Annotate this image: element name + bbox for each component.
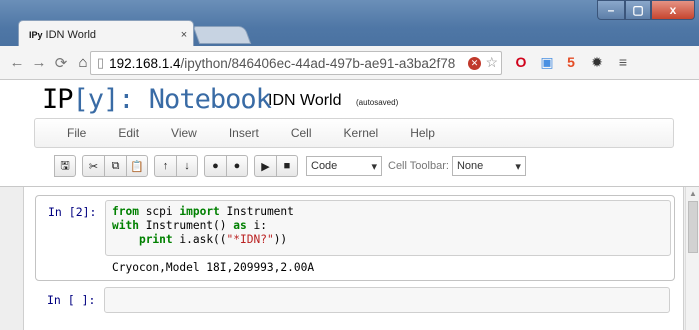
close-window-button[interactable]: x [651, 0, 695, 20]
minimize-button[interactable]: – [597, 0, 625, 20]
paste-icon[interactable]: 📋 [126, 155, 148, 177]
menu-cell[interactable]: Cell [291, 126, 312, 140]
window-controls: – ▢ x [597, 0, 695, 20]
browser-tab[interactable]: IPy IDN World × [18, 20, 194, 48]
move-down-icon[interactable]: ↓ [176, 155, 198, 177]
cell-toolbar-value: None [456, 160, 484, 172]
back-arrow-icon[interactable]: ← [6, 54, 28, 71]
address-bar[interactable]: ▯ 192.168.1.4/ipython/846406ec-44ad-497b… [90, 51, 502, 75]
menubar: File Edit View Insert Cell Kernel Help [34, 118, 674, 148]
menu-kernel[interactable]: Kernel [344, 126, 379, 140]
menu-view[interactable]: View [171, 126, 197, 140]
extension-icon[interactable]: ▣ [538, 54, 556, 71]
window-titlebar: IPy IDN World × – ▢ x [0, 0, 699, 48]
new-tab-button[interactable] [192, 26, 252, 44]
cell-type-value: Code [311, 160, 338, 172]
page-icon: ▯ [97, 55, 105, 70]
autosave-status: (autosaved) [356, 98, 399, 107]
move-up-icon[interactable]: ↑ [154, 155, 176, 177]
cell-toolbar-label: Cell Toolbar: [388, 160, 449, 172]
url-text: 192.168.1.4/ipython/846406ec-44ad-497b-a… [109, 55, 456, 71]
cell-type-select[interactable]: Code ▾ [306, 156, 382, 176]
code-line: from scpi import Instrument [112, 205, 294, 218]
code-line: with Instrument() as i: [112, 219, 267, 232]
empty-code-cell[interactable]: In [ ]: [35, 287, 675, 321]
bookmark-star-icon[interactable]: ☆ [485, 54, 498, 71]
scroll-up-arrow-icon[interactable]: ▲ [689, 189, 697, 198]
gear-icon[interactable]: ✹ [588, 54, 606, 71]
reload-icon[interactable]: ⟳ [50, 54, 72, 72]
code-cell[interactable]: In [2]: from scpi import Instrument with… [35, 195, 675, 281]
menu-insert[interactable]: Insert [229, 126, 259, 140]
insert-below-icon[interactable]: ● [226, 155, 248, 177]
notebook-toolbar: 🖫 ✂ ⧉ 📋 ↑ ↓ ● ● ▶ ■ Code ▾ Cell Toolbar:… [54, 152, 526, 180]
ipython-notebook-logo[interactable]: IP[y]: Notebook [42, 84, 272, 115]
notebook-name[interactable]: IDN World [268, 92, 342, 110]
code-editor[interactable]: from scpi import Instrument with Instrum… [105, 200, 671, 256]
input-prompt: In [2]: [48, 205, 97, 219]
html5-extension-icon[interactable]: 5 [562, 54, 580, 70]
forward-arrow-icon[interactable]: → [28, 54, 50, 71]
save-icon[interactable]: 🖫 [54, 155, 76, 177]
menu-edit[interactable]: Edit [118, 126, 139, 140]
stop-icon[interactable]: ■ [276, 155, 298, 177]
notebook-body: In [2]: from scpi import Instrument with… [0, 186, 699, 330]
tab-close-icon[interactable]: × [175, 29, 193, 41]
dropdown-arrow-icon: ▾ [515, 160, 521, 173]
menu-icon[interactable]: ≡ [614, 54, 632, 70]
scrollbar[interactable]: ▲ [685, 187, 699, 330]
cut-icon[interactable]: ✂ [82, 155, 104, 177]
maximize-button[interactable]: ▢ [625, 0, 651, 20]
cell-output: Cryocon,Model 18I,209993,2.00A [112, 261, 315, 274]
cell-toolbar-select[interactable]: None ▾ [451, 156, 526, 176]
code-editor[interactable] [104, 287, 670, 313]
insert-above-icon[interactable]: ● [204, 155, 226, 177]
code-line: print i.ask(("*IDN?")) [138, 233, 288, 246]
blocked-content-icon[interactable]: ✕ [468, 57, 481, 70]
menu-help[interactable]: Help [410, 126, 435, 140]
dropdown-arrow-icon: ▾ [371, 160, 377, 173]
tab-title: IDN World [45, 28, 97, 41]
run-icon[interactable]: ▶ [254, 155, 276, 177]
input-prompt: In [ ]: [47, 293, 96, 307]
copy-icon[interactable]: ⧉ [104, 155, 126, 177]
notebook-header: IP[y]: Notebook IDN World (autosaved) Fi… [0, 80, 699, 186]
opera-extension-icon[interactable]: O [512, 54, 530, 70]
scrollbar-thumb[interactable] [688, 201, 698, 253]
ipython-favicon-icon: IPy [29, 29, 43, 40]
menu-file[interactable]: File [67, 126, 86, 140]
